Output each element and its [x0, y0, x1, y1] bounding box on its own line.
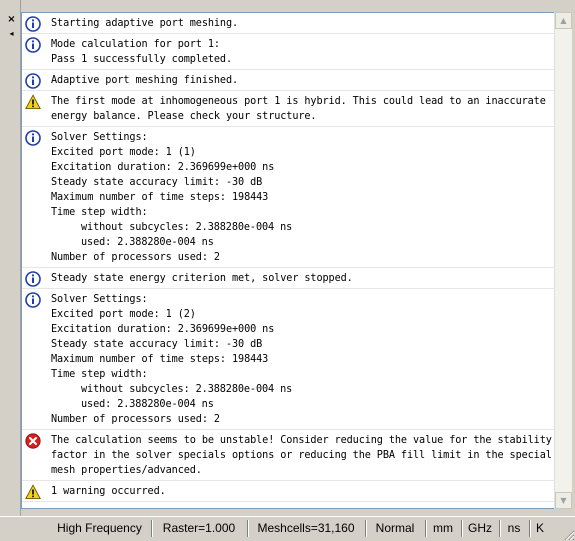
log-entry-text: The calculation seems to be unstable! Co…: [51, 433, 552, 478]
warning-icon: [25, 94, 41, 110]
log-entry[interactable]: Mode calculation for port 1: Pass 1 succe…: [22, 34, 555, 70]
log-line: Excitation duration: 2.369699e+000 ns: [51, 162, 275, 173]
log-line: Pass 1 successfully completed.: [51, 54, 233, 65]
log-line: The calculation seems to be unstable! Co…: [51, 435, 552, 446]
log-line: Time step width:: [51, 369, 148, 380]
log-line: Excitation duration: 2.369699e+000 ns: [51, 324, 275, 335]
log-entry[interactable]: Adaptive port meshing finished.: [22, 70, 555, 91]
info-icon: [25, 130, 41, 146]
status-unit-length: mm: [425, 520, 460, 537]
log-line: mesh properties/advanced.: [51, 465, 202, 476]
status-raster: Raster=1.000: [151, 520, 246, 537]
log-line: Time step width:: [51, 207, 148, 218]
info-icon: [25, 16, 41, 32]
info-icon: [25, 292, 41, 308]
status-meshcells: Meshcells=31,160: [247, 520, 364, 537]
log-line: without subcycles: 2.388280e-004 ns: [81, 222, 293, 233]
status-solver-type: High Frequency: [57, 521, 142, 535]
message-window: × ◂ Starting adaptive port meshing. Mode …: [0, 0, 575, 541]
log-entry-text: Adaptive port meshing finished.: [51, 73, 551, 88]
log-entry[interactable]: The calculation seems to be unstable! Co…: [22, 430, 555, 481]
log-entry-text: Solver Settings: Excited port mode: 1 (1)…: [51, 130, 551, 265]
log-line: Mode calculation for port 1:: [51, 39, 220, 50]
status-view-mode: Normal: [365, 520, 424, 537]
log-line: The first mode at inhomogeneous port 1 i…: [51, 96, 546, 107]
log-line: Adaptive port meshing finished.: [51, 75, 239, 86]
info-icon: [25, 73, 41, 89]
log-line: Number of processors used: 2: [51, 252, 220, 263]
info-icon: [25, 271, 41, 287]
log-entry[interactable]: Solver Settings: Excited port mode: 1 (2)…: [22, 289, 555, 430]
log-line: Maximum number of time steps: 198443: [51, 192, 269, 203]
error-icon: [25, 433, 41, 449]
log-entry-text: Solver Settings: Excited port mode: 1 (2)…: [51, 292, 551, 427]
status-unit-frequency: GHz: [461, 520, 498, 537]
status-unit-temperature: K: [529, 520, 550, 537]
pin-icon[interactable]: ◂: [6, 28, 17, 39]
log-entry-text: Steady state energy criterion met, solve…: [51, 271, 551, 286]
close-icon[interactable]: ×: [6, 14, 17, 25]
warning-icon: [25, 484, 41, 500]
log-line: Steady state accuracy limit: -30 dB: [51, 339, 263, 350]
log-entry[interactable]: The first mode at inhomogeneous port 1 i…: [22, 91, 555, 127]
log-line: Solver Settings:: [51, 294, 148, 305]
log-line: used: 2.388280e-004 ns: [81, 237, 214, 248]
log-entry[interactable]: Steady state energy criterion met, solve…: [22, 268, 555, 289]
message-window-titlebar: × ◂: [0, 0, 21, 516]
log-entry[interactable]: Starting adaptive port meshing.: [22, 13, 555, 34]
status-unit-time: ns: [499, 520, 528, 537]
log-line: Excited port mode: 1 (2): [51, 309, 196, 320]
log-line: 1 warning occurred.: [51, 486, 166, 497]
status-bar: High Frequency Raster=1.000 Meshcells=31…: [0, 516, 575, 541]
log-line: Maximum number of time steps: 198443: [51, 354, 269, 365]
info-icon: [25, 37, 41, 53]
log-entry[interactable]: Solver Settings: Excited port mode: 1 (1)…: [22, 127, 555, 268]
log-line: energy balance. Please check your struct…: [51, 111, 317, 122]
log-entry-text: The first mode at inhomogeneous port 1 i…: [51, 94, 551, 124]
log-entry-text: 1 warning occurred.: [51, 484, 551, 499]
log-line: without subcycles: 2.388280e-004 ns: [81, 384, 293, 395]
log-line: used: 2.388280e-004 ns: [81, 399, 214, 410]
log-line: Steady state accuracy limit: -30 dB: [51, 177, 263, 188]
log-line: Starting adaptive port meshing.: [51, 18, 239, 29]
log-line: factor in the solver specials options or…: [51, 450, 552, 461]
scroll-down-button[interactable]: ▼: [555, 492, 572, 509]
scroll-up-button[interactable]: ▲: [555, 12, 572, 29]
log-line: Solver Settings:: [51, 132, 148, 143]
resize-grip-icon[interactable]: [563, 529, 575, 541]
log-entry-text: Starting adaptive port meshing.: [51, 16, 551, 31]
log-entry-text: Mode calculation for port 1: Pass 1 succe…: [51, 37, 551, 67]
message-log[interactable]: Starting adaptive port meshing. Mode calc…: [21, 12, 556, 509]
log-line: Excited port mode: 1 (1): [51, 147, 196, 158]
log-line: Steady state energy criterion met, solve…: [51, 273, 353, 284]
log-entry[interactable]: 1 warning occurred.: [22, 481, 555, 502]
log-line: Number of processors used: 2: [51, 414, 220, 425]
vertical-scrollbar[interactable]: ▲ ▼: [554, 12, 572, 509]
